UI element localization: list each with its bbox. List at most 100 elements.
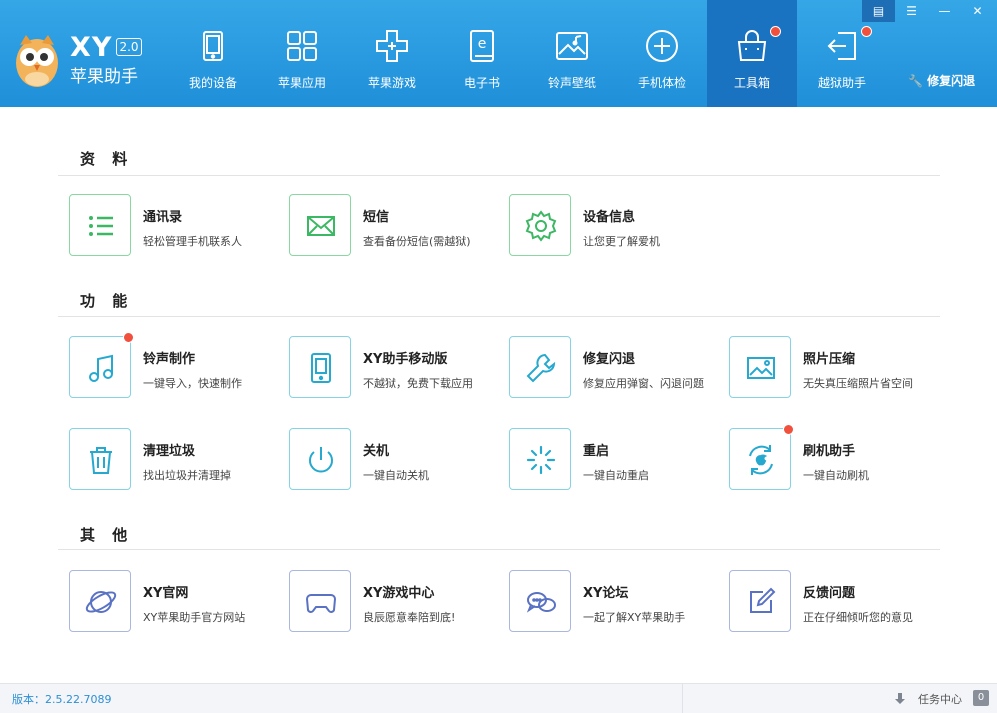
music-note-icon (83, 350, 119, 386)
wrench-icon: 🔧 (908, 74, 923, 88)
tool-icon-box (729, 570, 791, 632)
tool-title: 短信 (363, 206, 389, 225)
list-icon[interactable]: ☰ (895, 0, 928, 22)
tool-ringtone[interactable]: 铃声制作 一键导入，快速制作 (69, 336, 289, 400)
chat-bubbles-icon (523, 584, 559, 620)
jailbreak-icon (824, 28, 860, 64)
tool-icon-box (289, 428, 351, 490)
task-center-label: 任务中心 (918, 691, 962, 707)
toolbox-icon (734, 28, 770, 64)
tool-device-info[interactable]: 设备信息 让您更了解爱机 (509, 194, 729, 258)
close-icon[interactable]: ✕ (961, 0, 994, 22)
ebook-icon: e (464, 28, 500, 64)
tool-forum[interactable]: XY论坛 一起了解XY苹果助手 (509, 570, 729, 634)
svg-text:e: e (478, 36, 487, 52)
tool-icon-box (69, 570, 131, 632)
tool-icon-box (729, 428, 791, 490)
brand-xy: XY (70, 32, 112, 63)
tool-title: 清理垃圾 (143, 440, 195, 459)
repair-crash-button[interactable]: 🔧 修复闪退 (908, 72, 975, 89)
nav-label: 电子书 (437, 74, 527, 91)
tool-desc: 修复应用弹窗、闪退问题 (583, 375, 704, 391)
status-bar: 版本：2.5.22.7089 任务中心 0 (0, 683, 997, 713)
mobile-device-icon (303, 350, 339, 386)
tool-desc: 正在仔细倾听您的意见 (803, 609, 913, 625)
tool-feedback[interactable]: 反馈问题 正在仔细倾听您的意见 (729, 570, 949, 634)
tool-title: 反馈问题 (803, 582, 855, 601)
tool-restart[interactable]: 重启 一键自动重启 (509, 428, 729, 492)
tool-photo-compress[interactable]: 照片压缩 无失真压缩照片省空间 (729, 336, 949, 400)
tool-title: XY论坛 (583, 582, 628, 601)
tool-desc: 无失真压缩照片省空间 (803, 375, 913, 391)
nav-toolbox[interactable]: 工具箱 (707, 0, 797, 107)
tool-sms[interactable]: 短信 查看备份短信(需越狱) (289, 194, 509, 258)
apple-refresh-icon (743, 442, 779, 478)
tool-xy-website[interactable]: XY官网 XY苹果助手官方网站 (69, 570, 289, 634)
repair-crash-label: 修复闪退 (927, 74, 975, 88)
tool-icon-box (509, 194, 571, 256)
tool-title: 通讯录 (143, 206, 182, 225)
top-header: XY 2.0 苹果助手 我的设备 苹果应用 苹果游戏 e 电子书 铃声壁纸 手机… (0, 0, 997, 107)
menu-icon[interactable]: ▤ (862, 0, 895, 22)
section-divider (58, 549, 940, 550)
download-icon (895, 693, 905, 705)
apps-grid-icon (284, 28, 320, 64)
tool-title: XY游戏中心 (363, 582, 434, 601)
tool-game-center[interactable]: XY游戏中心 良辰愿意奉陪到底! (289, 570, 509, 634)
tool-title: 设备信息 (583, 206, 635, 225)
tool-flash-assistant[interactable]: 刷机助手 一键自动刷机 (729, 428, 949, 492)
version-badge: 2.0 (116, 38, 142, 56)
tool-icon-box (69, 194, 131, 256)
nav-wallpaper[interactable]: 铃声壁纸 (527, 0, 617, 107)
tablet-icon (195, 28, 231, 64)
plus-circle-icon (644, 28, 680, 64)
tool-icon-box (289, 570, 351, 632)
tool-desc: 找出垃圾并清理掉 (143, 467, 231, 483)
planet-icon (83, 584, 119, 620)
tool-icon-box (509, 570, 571, 632)
wallpaper-icon (554, 28, 590, 64)
notification-dot (861, 26, 872, 37)
edit-icon (743, 584, 779, 620)
tool-desc: 不越狱，免费下载应用 (363, 375, 473, 391)
tool-icon-box (729, 336, 791, 398)
notification-dot (783, 424, 794, 435)
tool-desc: 一键自动关机 (363, 467, 429, 483)
nav-my-device[interactable]: 我的设备 (168, 0, 258, 107)
tool-mobile-version[interactable]: XY助手移动版 不越狱，免费下载应用 (289, 336, 509, 400)
nav-apple-games[interactable]: 苹果游戏 (347, 0, 437, 107)
tool-desc: 让您更了解爱机 (583, 233, 660, 249)
tool-title: 照片压缩 (803, 348, 855, 367)
nav-phone-check[interactable]: 手机体检 (617, 0, 707, 107)
app-name: 苹果助手 (70, 62, 138, 87)
task-center-button[interactable]: 任务中心 0 (682, 684, 997, 713)
tool-icon-box (509, 336, 571, 398)
section-title-functions: 功 能 (80, 290, 133, 311)
section-title-data: 资 料 (80, 148, 133, 169)
tool-icon-box (69, 428, 131, 490)
gamepad-icon (303, 584, 339, 620)
trash-icon (83, 442, 119, 478)
tool-shutdown[interactable]: 关机 一键自动关机 (289, 428, 509, 492)
tool-desc: 一键自动重启 (583, 467, 649, 483)
tool-title: 关机 (363, 440, 389, 459)
tool-desc: 良辰愿意奉陪到底! (363, 609, 455, 625)
tool-icon-box (289, 194, 351, 256)
tool-title: XY官网 (143, 582, 188, 601)
nav-apple-apps[interactable]: 苹果应用 (257, 0, 347, 107)
nav-ebook[interactable]: e 电子书 (437, 0, 527, 107)
nav-label: 越狱助手 (797, 74, 887, 91)
notification-dot (123, 332, 134, 343)
tool-title: 重启 (583, 440, 609, 459)
tool-title: 铃声制作 (143, 348, 195, 367)
owl-logo-icon (14, 33, 60, 89)
tool-title: 刷机助手 (803, 440, 855, 459)
tool-clean-junk[interactable]: 清理垃圾 找出垃圾并清理掉 (69, 428, 289, 492)
tool-contacts[interactable]: 通讯录 轻松管理手机联系人 (69, 194, 289, 258)
image-icon (743, 350, 779, 386)
tool-desc: 一起了解XY苹果助手 (583, 609, 685, 625)
nav-label: 我的设备 (168, 74, 258, 91)
tool-repair-crash[interactable]: 修复闪退 修复应用弹窗、闪退问题 (509, 336, 729, 400)
minimize-icon[interactable]: — (928, 0, 961, 22)
spinner-icon (523, 442, 559, 478)
